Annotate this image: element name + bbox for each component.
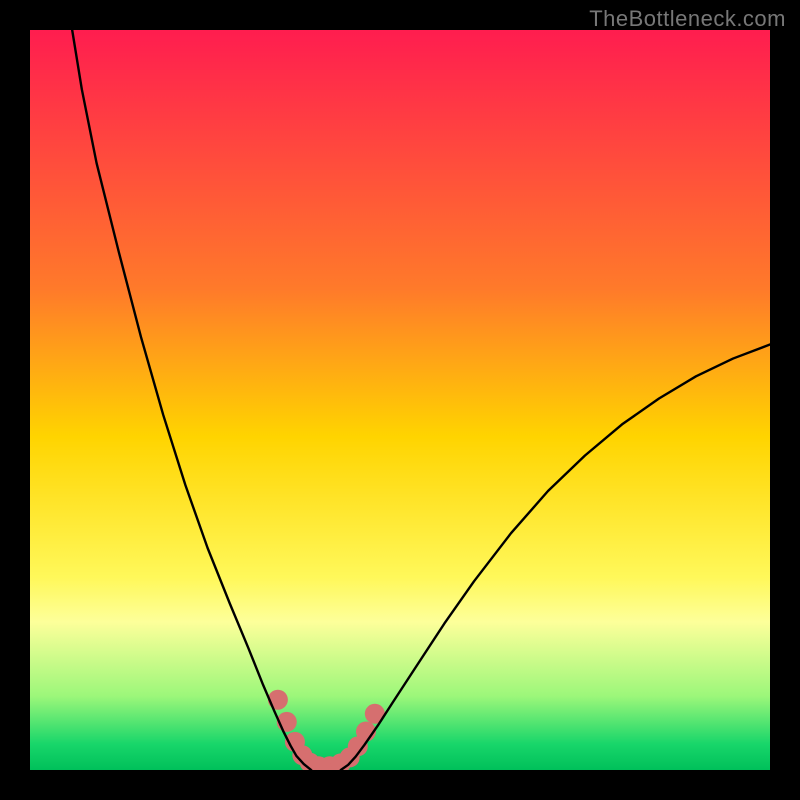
gradient-background xyxy=(30,30,770,770)
chart-svg xyxy=(30,30,770,770)
figure-root: TheBottleneck.com xyxy=(0,0,800,800)
plot-area xyxy=(30,30,770,770)
watermark-label: TheBottleneck.com xyxy=(589,6,786,32)
valley-marker xyxy=(268,690,288,710)
